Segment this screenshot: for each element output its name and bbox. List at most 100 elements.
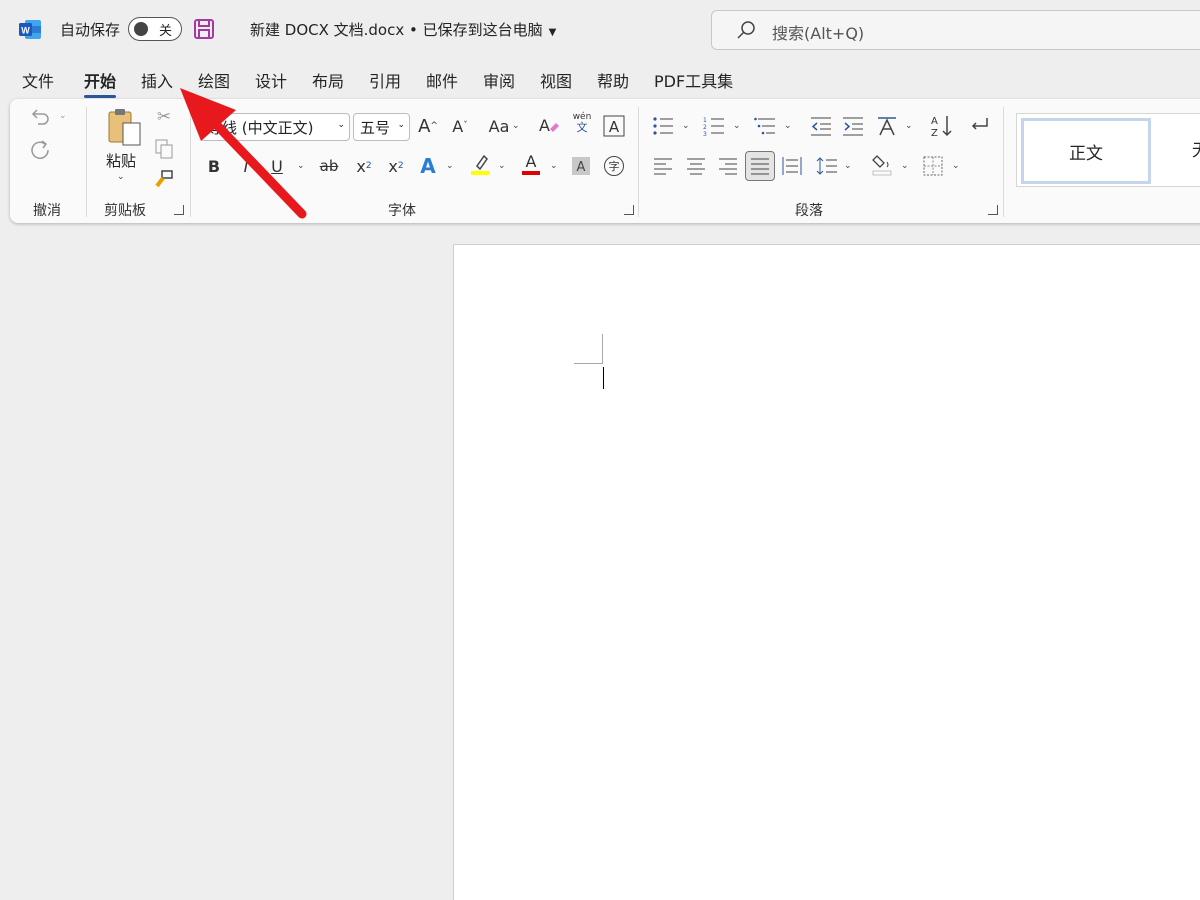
borders-dropdown-icon[interactable]: ⌄	[952, 161, 960, 171]
text-effects-icon[interactable]: A	[416, 154, 440, 178]
format-painter-icon[interactable]	[152, 167, 176, 191]
align-left-icon[interactable]	[651, 154, 675, 178]
tab-review[interactable]: 审阅	[483, 68, 515, 92]
title-bar: W 自动保存 关 新建 DOCX 文档.docx • 已保存到这台电脑 ▼ 搜索(…	[0, 0, 1200, 60]
bullets-icon[interactable]	[651, 114, 675, 138]
tab-pdf-tools[interactable]: PDF工具集	[654, 68, 733, 92]
undo-icon[interactable]	[28, 105, 52, 129]
decrease-indent-icon[interactable]	[809, 114, 833, 138]
font-launcher-icon[interactable]	[624, 205, 634, 215]
tab-layout[interactable]: 布局	[312, 68, 344, 92]
paste-icon[interactable]	[106, 107, 142, 147]
distributed-icon[interactable]	[780, 154, 804, 178]
group-divider	[190, 107, 191, 217]
character-border-icon[interactable]: A	[602, 114, 626, 138]
copy-icon[interactable]	[152, 137, 176, 161]
search-placeholder: 搜索(Alt+Q)	[772, 24, 865, 43]
document-page[interactable]	[453, 244, 1200, 900]
bold-label: B	[207, 156, 221, 176]
save-icon[interactable]	[193, 18, 215, 40]
tab-draw[interactable]: 绘图	[198, 68, 230, 92]
tab-references[interactable]: 引用	[369, 68, 401, 92]
asian-layout-icon[interactable]	[875, 114, 899, 138]
line-spacing-dropdown-icon[interactable]: ⌄	[844, 161, 852, 171]
numbering-icon[interactable]: 123	[702, 114, 726, 138]
superscript-button[interactable]: x2	[384, 154, 408, 178]
align-center-icon[interactable]	[684, 154, 708, 178]
group-label-undo: 撤消	[33, 203, 61, 219]
subscript-button[interactable]: x2	[352, 154, 376, 178]
multilevel-dropdown-icon[interactable]: ⌄	[784, 121, 792, 131]
font-name-value: 等线 (中文正文)	[207, 119, 314, 137]
character-shading-icon[interactable]: A	[569, 154, 593, 178]
phonetic-guide-icon[interactable]: wén 文	[570, 111, 594, 135]
asian-layout-dropdown-icon[interactable]: ⌄	[905, 121, 913, 131]
svg-text:字: 字	[609, 159, 620, 173]
document-title[interactable]: 新建 DOCX 文档.docx • 已保存到这台电脑 ▼	[250, 19, 556, 40]
search-box[interactable]: 搜索(Alt+Q)	[711, 10, 1200, 50]
highlight-dropdown-icon[interactable]: ⌄	[498, 161, 506, 171]
paste-label[interactable]: 粘贴	[106, 150, 136, 171]
styles-gallery: 正文 无	[1016, 113, 1200, 187]
paste-dropdown-icon[interactable]: ⌄	[117, 172, 125, 182]
tab-help[interactable]: 帮助	[597, 68, 629, 92]
autosave-state: 关	[159, 24, 173, 39]
justify-button[interactable]	[745, 151, 775, 181]
shrink-font-icon[interactable]: Aˇ	[448, 114, 472, 138]
grow-font-icon[interactable]: A ^	[416, 114, 440, 138]
tab-file[interactable]: 文件	[22, 68, 54, 92]
tab-view[interactable]: 视图	[540, 68, 572, 92]
borders-icon[interactable]	[921, 154, 945, 178]
svg-text:2: 2	[703, 124, 707, 131]
bullets-dropdown-icon[interactable]: ⌄	[682, 121, 690, 131]
clipboard-launcher-icon[interactable]	[174, 205, 184, 215]
chevron-down-icon: ▼	[548, 27, 557, 38]
svg-text:A: A	[931, 116, 938, 127]
svg-text:1: 1	[703, 117, 707, 124]
paragraph-launcher-icon[interactable]	[988, 205, 998, 215]
tab-mailings[interactable]: 邮件	[426, 68, 458, 92]
svg-text:A: A	[526, 152, 537, 171]
undo-dropdown-icon[interactable]: ⌄	[59, 111, 67, 121]
align-right-icon[interactable]	[716, 154, 740, 178]
strikethrough-button[interactable]: ab	[317, 154, 341, 178]
show-formatting-icon[interactable]	[966, 114, 990, 138]
cut-icon[interactable]: ✂	[152, 105, 176, 129]
enclose-characters-icon[interactable]: 字	[602, 154, 626, 178]
shading-icon[interactable]	[870, 152, 894, 176]
group-label-paragraph: 段落	[795, 203, 823, 219]
autosave-toggle[interactable]: 关	[128, 17, 182, 41]
change-case-button[interactable]: Aa	[484, 114, 514, 138]
highlight-color-icon[interactable]	[468, 152, 492, 176]
numbering-dropdown-icon[interactable]: ⌄	[733, 121, 741, 131]
chevron-down-icon: ⌄	[337, 120, 345, 130]
font-size-combo[interactable]: 五号 ⌄	[353, 113, 410, 141]
svg-text:W: W	[21, 26, 30, 36]
tab-design[interactable]: 设计	[255, 68, 287, 92]
font-color-dropdown-icon[interactable]: ⌄	[550, 161, 558, 171]
text-effects-dropdown-icon[interactable]: ⌄	[446, 161, 454, 171]
change-case-dropdown-icon[interactable]: ⌄	[512, 121, 520, 131]
increase-indent-icon[interactable]	[841, 114, 865, 138]
italic-button[interactable]: I	[234, 154, 258, 178]
clear-formatting-icon[interactable]: A	[537, 114, 561, 138]
shading-dropdown-icon[interactable]: ⌄	[901, 161, 909, 171]
font-size-value: 五号	[360, 119, 391, 137]
margin-marker	[602, 334, 603, 364]
sort-icon[interactable]: AZ	[930, 114, 954, 138]
line-spacing-icon[interactable]	[815, 154, 839, 178]
group-label-clipboard: 剪贴板	[104, 203, 146, 219]
style-normal[interactable]: 正文	[1021, 118, 1151, 184]
phonetic-bottom: 文	[576, 121, 588, 134]
underline-button[interactable]: U	[265, 154, 289, 178]
underline-dropdown-icon[interactable]: ⌄	[297, 161, 305, 171]
chevron-down-icon: ⌄	[397, 120, 405, 130]
tab-home[interactable]: 开始	[84, 68, 117, 98]
style-no-spacing[interactable]: 无	[1192, 136, 1200, 161]
font-name-combo[interactable]: 等线 (中文正文) ⌄	[200, 113, 350, 141]
bold-button[interactable]: B	[202, 154, 226, 178]
redo-icon[interactable]	[28, 137, 52, 161]
font-color-icon[interactable]: A	[519, 152, 543, 176]
multilevel-list-icon[interactable]	[753, 114, 777, 138]
tab-insert[interactable]: 插入	[141, 68, 173, 92]
